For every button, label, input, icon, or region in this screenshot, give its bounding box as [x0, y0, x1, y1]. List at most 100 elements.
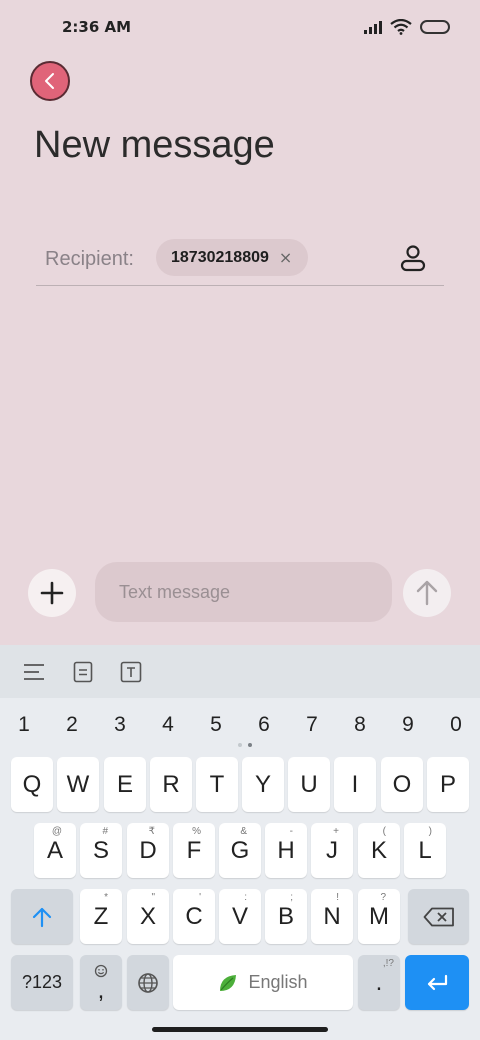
key-r[interactable]: R: [150, 757, 192, 812]
enter-key[interactable]: [405, 955, 469, 1010]
send-button[interactable]: [403, 569, 451, 617]
space-key[interactable]: English: [173, 955, 353, 1010]
key-d[interactable]: ₹ D: [127, 823, 169, 878]
contact-icon[interactable]: [400, 244, 426, 272]
clipboard-icon[interactable]: [71, 660, 95, 684]
key-label: D: [139, 836, 157, 864]
key-label: U: [300, 770, 318, 798]
key-hint: ?: [380, 892, 386, 903]
key-m[interactable]: ? M: [358, 889, 400, 944]
shift-key[interactable]: [11, 889, 73, 944]
key-k[interactable]: (K: [358, 823, 400, 878]
chip-close-icon[interactable]: ×: [279, 248, 292, 267]
key-j[interactable]: + J: [311, 823, 353, 878]
language-key[interactable]: [127, 955, 169, 1010]
key-z[interactable]: * Z: [80, 889, 122, 944]
key-label: L: [418, 836, 432, 864]
key-i[interactable]: I: [334, 757, 376, 812]
signal-icon: [364, 20, 382, 34]
key-label: R: [162, 770, 180, 798]
key-g[interactable]: & G: [219, 823, 261, 878]
globe-icon: [138, 972, 158, 993]
key-label: O: [392, 770, 412, 798]
num-key-4[interactable]: 4: [152, 707, 184, 743]
key-y[interactable]: Y: [242, 757, 284, 812]
backspace-icon: [423, 907, 454, 926]
key-hint: ,!?: [382, 958, 394, 969]
emoji-comma-key[interactable]: ,: [80, 955, 122, 1010]
key-t[interactable]: T: [196, 757, 238, 812]
wifi-icon: [390, 19, 412, 35]
key-u[interactable]: U: [288, 757, 330, 812]
battery-icon: [420, 20, 450, 34]
leaf-icon: [220, 974, 237, 991]
num-key-9[interactable]: 9: [392, 707, 424, 743]
key-label: ,: [97, 976, 105, 1004]
add-attachment-button[interactable]: [28, 569, 76, 617]
key-hint: ": [151, 892, 155, 903]
key-v[interactable]: :V: [219, 889, 261, 944]
num-key-3[interactable]: 3: [104, 707, 136, 743]
num-key-8[interactable]: 8: [344, 707, 376, 743]
key-h[interactable]: -H: [265, 823, 307, 878]
back-button[interactable]: [30, 61, 70, 101]
num-key-0[interactable]: 0: [440, 707, 472, 743]
recipient-chip[interactable]: 18730218809 ×: [156, 239, 308, 276]
key-x[interactable]: " X: [127, 889, 169, 944]
key-hint: :: [244, 892, 247, 903]
key-hint: #: [102, 826, 108, 837]
num-key-5[interactable]: 5: [200, 707, 232, 743]
text-format-icon[interactable]: [119, 660, 143, 684]
message-input[interactable]: [95, 562, 392, 622]
period-key[interactable]: ,!? .: [358, 955, 400, 1010]
key-l[interactable]: ) L: [404, 823, 446, 878]
key-hint: ': [199, 892, 201, 903]
key-label: H: [277, 836, 295, 864]
num-key-2[interactable]: 2: [56, 707, 88, 743]
key-hint: -: [289, 826, 293, 837]
key-b[interactable]: ; B: [265, 889, 307, 944]
num-key-6[interactable]: 6: [248, 707, 280, 743]
key-label: S: [92, 836, 109, 864]
key-p[interactable]: P: [427, 757, 469, 812]
key-e[interactable]: E: [104, 757, 146, 812]
status-bar: 2:36 AM: [0, 0, 480, 56]
key-label: N: [323, 902, 341, 930]
key-label: .: [375, 968, 383, 996]
recipient-chip-text: 18730218809: [171, 248, 269, 266]
home-indicator[interactable]: [152, 1027, 328, 1032]
key-n[interactable]: ! N: [311, 889, 353, 944]
key-s[interactable]: # S: [80, 823, 122, 878]
key-o[interactable]: O: [381, 757, 423, 812]
page-dots: [238, 743, 252, 747]
key-label: P: [439, 770, 456, 798]
shift-arrow-icon: [32, 907, 52, 927]
key-q[interactable]: Q: [11, 757, 53, 812]
key-hint: *: [104, 892, 108, 903]
num-key-7[interactable]: 7: [296, 707, 328, 743]
recipient-row[interactable]: Recipient: 18730218809 ×: [36, 236, 444, 286]
key-a[interactable]: @ A: [34, 823, 76, 878]
key-label: T: [209, 770, 225, 798]
backspace-key[interactable]: [408, 889, 469, 944]
key-f[interactable]: % F: [173, 823, 215, 878]
key-label: W: [66, 770, 90, 798]
number-row: 1 2 3 4 5 6 7 8 9 0: [0, 707, 480, 743]
num-key-1[interactable]: 1: [8, 707, 40, 743]
key-label: V: [231, 902, 248, 930]
key-w[interactable]: W: [57, 757, 99, 812]
keyboard: 1 2 3 4 5 6 7 8 9 0 Q W E R T Y U I O P …: [0, 645, 480, 1040]
key-hint: ): [428, 826, 432, 837]
key-label: Y: [254, 770, 271, 798]
page-title: New message: [34, 124, 275, 166]
key-label: B: [277, 902, 294, 930]
key-hint: !: [336, 892, 339, 903]
key-label: Z: [93, 902, 109, 930]
key-c[interactable]: ' C: [173, 889, 215, 944]
key-hint: +: [333, 826, 339, 837]
key-label: K: [370, 836, 387, 864]
symbols-key[interactable]: ?123: [11, 955, 73, 1010]
plus-icon: [40, 581, 64, 605]
key-hint: %: [192, 826, 201, 837]
menu-lines-icon[interactable]: [22, 660, 46, 684]
